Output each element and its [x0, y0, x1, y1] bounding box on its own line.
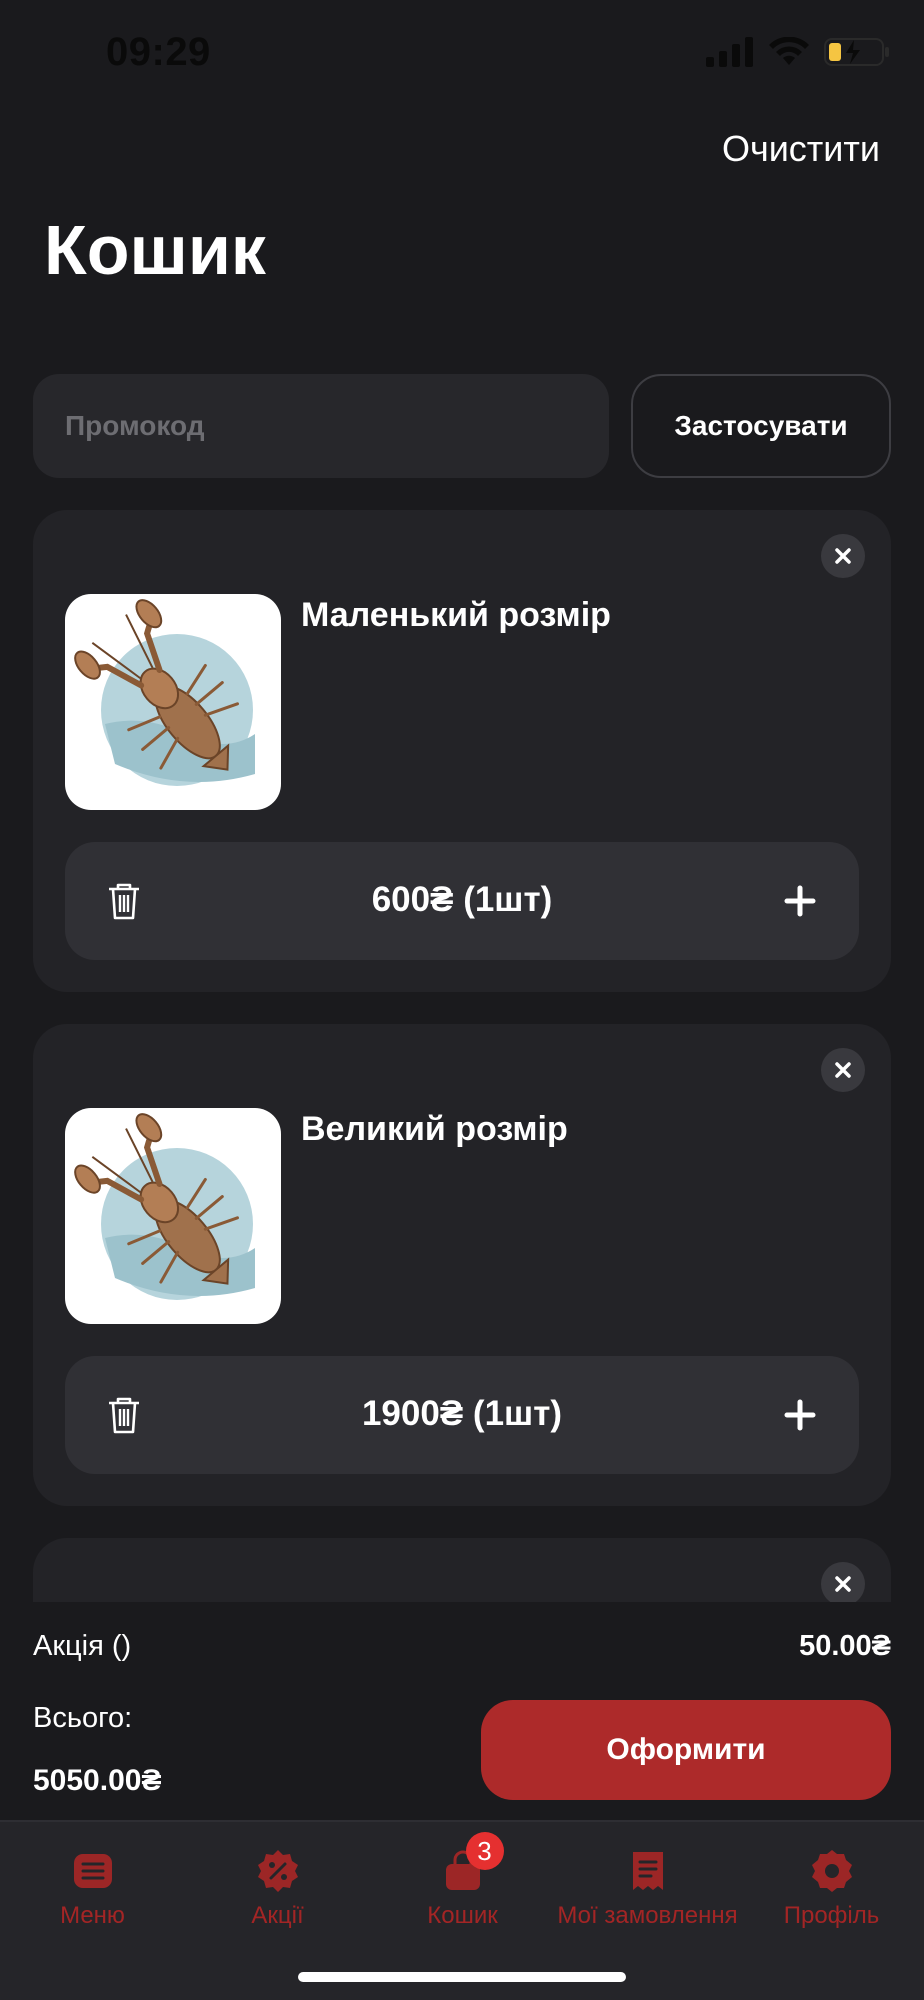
tab-label: Меню	[60, 1902, 125, 1929]
cart-item	[33, 1538, 891, 1602]
tab-cart[interactable]: 3 Кошик	[370, 1832, 555, 1930]
cart-list: Маленький розмір 600₴ (1шт) Великий розм…	[33, 510, 891, 1602]
total-label: Всього:	[33, 1702, 133, 1734]
product-name: Великий розмір	[301, 1110, 568, 1148]
remove-item-button[interactable]	[821, 1048, 865, 1092]
plus-icon	[784, 1399, 816, 1431]
crayfish-icon	[74, 1113, 255, 1300]
cart-badge: 3	[465, 1832, 504, 1870]
item-qty: (1шт)	[463, 880, 553, 919]
close-icon	[835, 548, 851, 564]
discount-icon	[257, 1850, 298, 1892]
total-value: 5050.00₴	[33, 1764, 162, 1797]
price-quantity: 600₴ (1шт)	[65, 880, 859, 920]
home-indicator	[298, 1972, 626, 1982]
product-image	[65, 1108, 281, 1324]
signal-icon	[706, 37, 753, 67]
tab-label: Профіль	[783, 1902, 880, 1929]
product-image	[65, 594, 281, 810]
close-icon	[835, 1062, 851, 1078]
cart-item: Маленький розмір 600₴ (1шт)	[33, 510, 891, 992]
remove-item-button[interactable]	[821, 1562, 865, 1602]
clear-cart-button[interactable]: Очистити	[722, 128, 880, 170]
page-title: Кошик	[44, 211, 266, 289]
tab-my-orders[interactable]: Мої замовлення	[555, 1848, 740, 1930]
promo-row: Застосувати	[33, 374, 891, 478]
cart-item: Великий розмір 1900₴ (1шт)	[33, 1024, 891, 1506]
price-quantity: 1900₴ (1шт)	[65, 1394, 859, 1434]
close-icon	[835, 1576, 851, 1592]
tab-label: Мої замовлення	[557, 1902, 738, 1929]
quantity-bar: 1900₴ (1шт)	[65, 1356, 859, 1474]
item-price: 1900₴	[361, 1394, 464, 1433]
increase-button[interactable]	[781, 882, 819, 920]
tab-promotions[interactable]: Акції	[185, 1848, 370, 1930]
status-icons	[706, 36, 890, 68]
crayfish-icon	[74, 599, 255, 786]
status-time: 09:29	[106, 30, 211, 74]
item-qty: (1шт)	[472, 1394, 563, 1433]
battery-icon	[824, 38, 889, 66]
tab-label: Кошик	[427, 1902, 498, 1929]
remove-item-button[interactable]	[821, 534, 865, 578]
plus-icon	[784, 885, 816, 917]
promo-code-input[interactable]	[33, 374, 609, 478]
item-price: 600₴	[371, 880, 454, 919]
wifi-icon	[769, 37, 809, 65]
apply-promo-button[interactable]: Застосувати	[631, 374, 891, 478]
increase-button[interactable]	[781, 1396, 819, 1434]
status-bar: 09:29	[0, 0, 924, 110]
orders-icon	[632, 1852, 663, 1890]
quantity-bar: 600₴ (1шт)	[65, 842, 859, 960]
checkout-button[interactable]: Оформити	[481, 1700, 891, 1800]
promo-label: Акція ()	[33, 1630, 132, 1662]
profile-icon	[811, 1850, 852, 1892]
tab-label: Акції	[251, 1902, 304, 1929]
menu-icon	[73, 1854, 112, 1888]
order-summary: Акція () 50.00₴ Всього: 5050.00₴ Оформит…	[0, 1602, 924, 1820]
tab-profile[interactable]: Профіль	[739, 1848, 924, 1930]
promo-amount: 50.00₴	[799, 1630, 891, 1662]
tab-menu[interactable]: Меню	[0, 1848, 185, 1930]
product-name: Маленький розмір	[301, 596, 611, 634]
